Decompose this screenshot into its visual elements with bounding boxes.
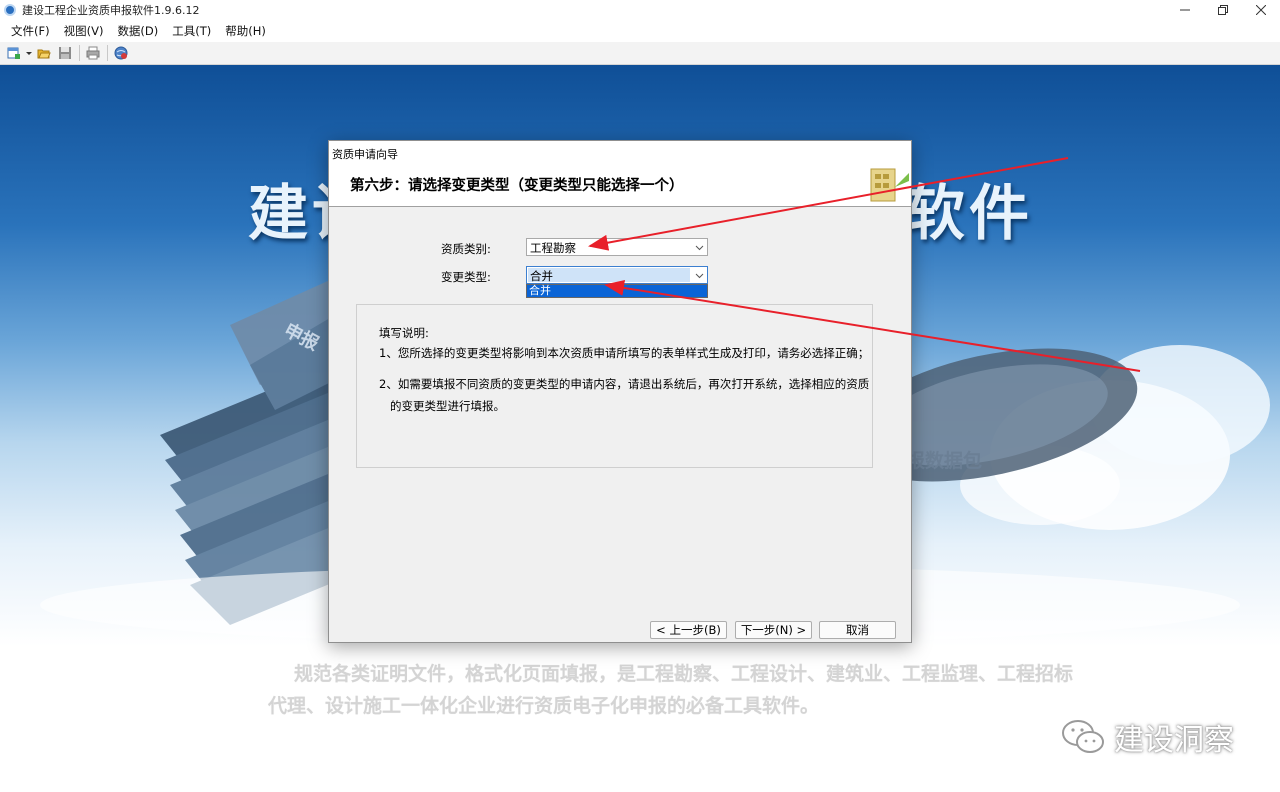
- watermark: 建设洞察: [1060, 715, 1234, 759]
- dropdown-arrow-icon: [26, 52, 32, 55]
- dialog-header: 第六步：请选择变更类型（变更类型只能选择一个）: [329, 163, 911, 207]
- background-description: 规范各类证明文件，格式化页面填报，是工程勘察、工程设计、建筑业、工程监理、工程招…: [268, 663, 1074, 717]
- app-icon: [4, 4, 16, 16]
- background-title-right: 软件: [905, 179, 1033, 249]
- print-button[interactable]: [83, 44, 103, 62]
- wizard-header-icon: [870, 168, 909, 202]
- instructions-panel: 填写说明: 1、您所选择的变更类型将影响到本次资质申请所填写的表单样式生成及打印…: [356, 304, 873, 468]
- close-button[interactable]: [1242, 0, 1280, 20]
- menu-view[interactable]: 视图(V): [57, 20, 111, 42]
- menu-data[interactable]: 数据(D): [110, 20, 165, 42]
- open-button[interactable]: [34, 44, 54, 62]
- qualification-type-label: 资质类别:: [441, 242, 491, 256]
- prev-step-button[interactable]: < 上一步(B): [650, 621, 727, 639]
- next-step-button[interactable]: 下一步(N) >: [735, 621, 812, 639]
- save-icon: [59, 47, 71, 59]
- toolbar: [0, 42, 1280, 65]
- new-document-icon: [7, 47, 20, 59]
- chevron-down-icon: [695, 245, 704, 251]
- new-document-dropdown[interactable]: [25, 44, 33, 62]
- menu-tools[interactable]: 工具(T): [165, 20, 218, 42]
- instructions-line-3: 的变更类型进行填报。: [390, 399, 505, 413]
- close-icon: [1256, 5, 1266, 15]
- restore-icon: [1218, 5, 1228, 15]
- instructions-line-2: 2、如需要填报不同资质的变更类型的申请内容，请退出系统后，再次打开系统，选择相应…: [379, 377, 870, 391]
- toolbar-separator: [107, 45, 108, 61]
- toolbar-separator: [79, 45, 80, 61]
- dialog-titlebar: 资质申请向导: [329, 141, 911, 163]
- minimize-button[interactable]: [1166, 0, 1204, 20]
- web-update-icon: [114, 46, 128, 60]
- menu-bar: 文件(F) 视图(V) 数据(D) 工具(T) 帮助(H): [0, 20, 1280, 42]
- print-icon: [86, 46, 100, 60]
- menu-file[interactable]: 文件(F): [4, 20, 57, 42]
- change-type-select[interactable]: 合并: [526, 266, 708, 284]
- chevron-down-icon: [695, 273, 704, 279]
- dropdown-option-merge[interactable]: 合并: [527, 285, 707, 297]
- change-type-label: 变更类型:: [441, 270, 491, 284]
- save-button[interactable]: [55, 44, 75, 62]
- background-pack-label: 报数据包: [906, 450, 983, 472]
- dialog-title: 资质申请向导: [332, 148, 398, 161]
- qualification-type-select[interactable]: 工程勘察: [526, 238, 708, 256]
- minimize-icon: [1180, 9, 1190, 11]
- change-type-dropdown: 合并: [526, 284, 708, 298]
- web-update-button[interactable]: [111, 44, 131, 62]
- qualification-type-value: 工程勘察: [530, 241, 576, 255]
- wechat-icon: [1062, 720, 1104, 753]
- window-titlebar: 建设工程企业资质申报软件1.9.6.12: [0, 0, 1280, 20]
- step-heading: 第六步：请选择变更类型（变更类型只能选择一个）: [350, 178, 684, 194]
- watermark-text: 建设洞察: [1114, 723, 1234, 758]
- window-controls: [1166, 0, 1280, 20]
- open-folder-icon: [37, 49, 51, 59]
- instructions-line-1: 1、您所选择的变更类型将影响到本次资质申请所填写的表单样式生成及打印，请务必选择…: [379, 346, 870, 360]
- window-title: 建设工程企业资质申报软件1.9.6.12: [22, 4, 200, 17]
- change-type-value: 合并: [530, 269, 553, 283]
- menu-help[interactable]: 帮助(H): [218, 20, 273, 42]
- new-document-button[interactable]: [4, 44, 24, 62]
- cancel-button[interactable]: 取消: [819, 621, 896, 639]
- instructions-title: 填写说明:: [379, 326, 429, 340]
- restore-button[interactable]: [1204, 0, 1242, 20]
- wizard-dialog: 资质申请向导 第六步：请选择变更类型（变更类型只能选择一个） 资质类别: 工程勘…: [328, 140, 912, 643]
